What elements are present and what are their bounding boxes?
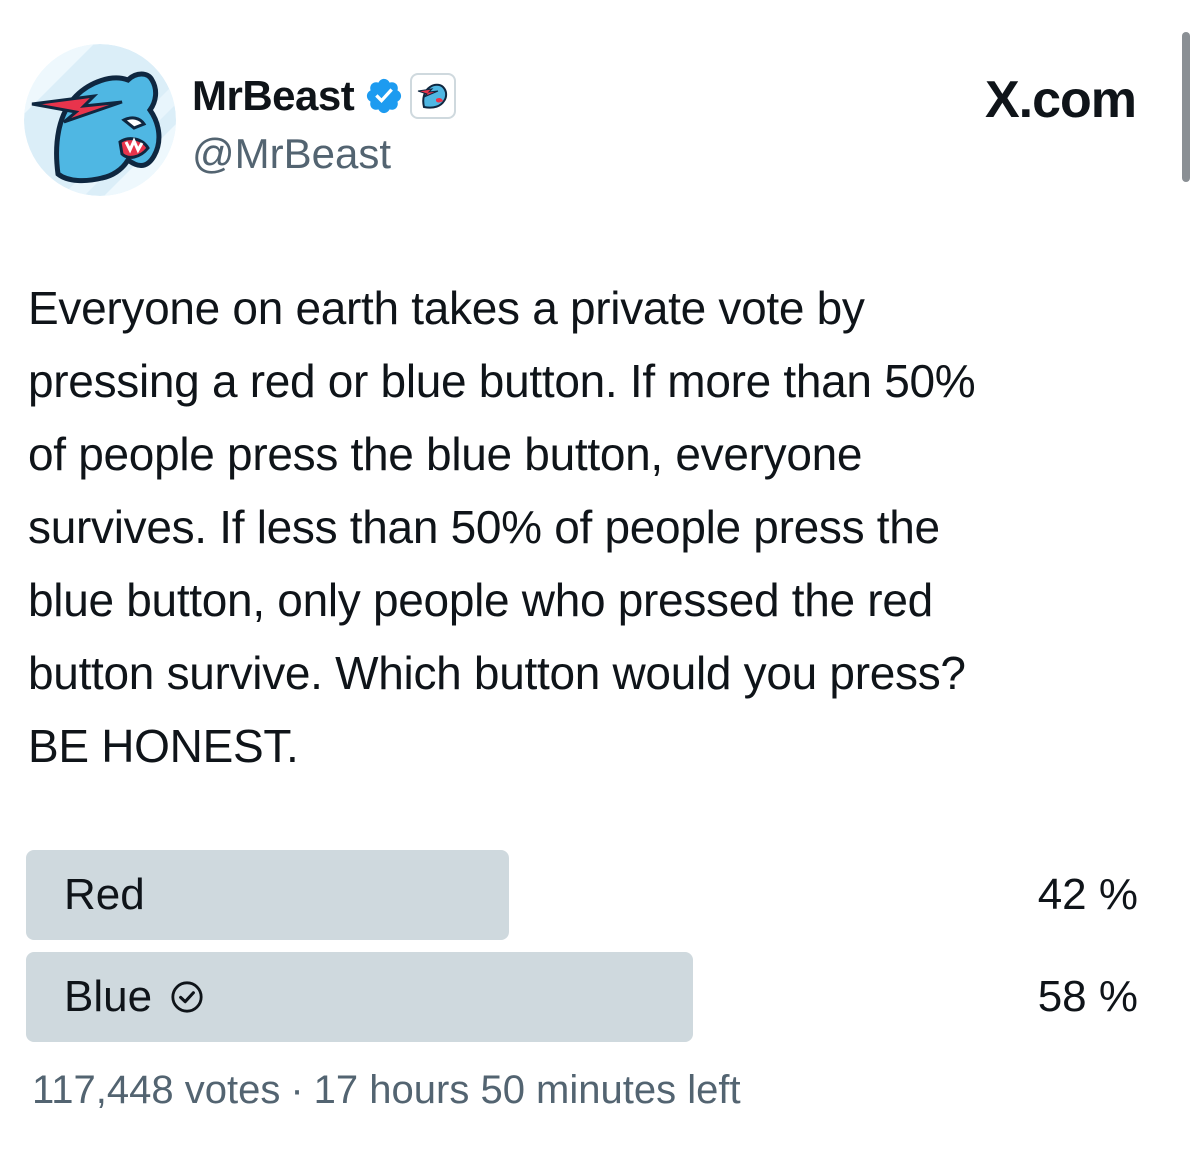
poll-vote-count: 117,448 votes	[32, 1068, 281, 1112]
site-label: X.com	[984, 71, 1137, 129]
poll-time-left: 17 hours 50 minutes left	[313, 1068, 741, 1112]
poll-option-label: Blue	[64, 952, 204, 1042]
author-avatar[interactable]	[24, 44, 176, 196]
poll-meta-separator: ·	[290, 1068, 304, 1112]
affiliate-logo-icon	[418, 83, 448, 109]
verified-badge-icon[interactable]	[364, 76, 404, 116]
check-circle-icon	[171, 981, 203, 1013]
poll-option-percent: 58 %	[1037, 972, 1138, 1021]
author-display-name[interactable]: MrBeast	[192, 72, 355, 120]
poll-option-red[interactable]: Red 42 %	[26, 850, 1138, 940]
mrbeast-panther-logo-icon	[24, 44, 176, 196]
poll-option-text: Blue	[64, 972, 153, 1021]
poll-option-percent: 42 %	[1037, 870, 1138, 919]
author-name-row: MrBeast	[192, 70, 457, 122]
mrbeast-affiliate-badge-icon[interactable]	[410, 73, 457, 119]
poll: Red 42 % Blue 58 %	[26, 850, 1138, 1054]
author-handle[interactable]: @MrBeast	[192, 130, 391, 178]
scrollbar-thumb[interactable]	[1182, 32, 1190, 182]
poll-meta: 117,448 votes · 17 hours 50 minutes left	[32, 1068, 741, 1113]
poll-option-label: Red	[64, 850, 145, 940]
poll-option-blue[interactable]: Blue 58 %	[26, 952, 1138, 1042]
poll-option-text: Red	[64, 870, 145, 919]
tweet-text: Everyone on earth takes a private vote b…	[28, 282, 976, 772]
